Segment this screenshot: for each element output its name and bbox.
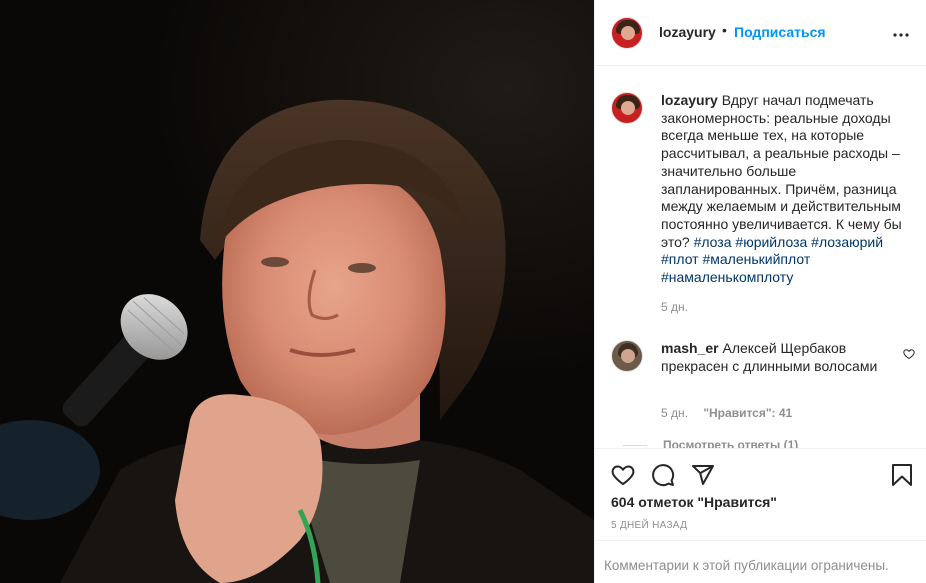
heart-icon[interactable]: [903, 347, 915, 365]
post-side-panel: lozayury • Подписаться lozayury Вдруг на…: [594, 0, 926, 583]
hashtag-link[interactable]: #юрийлоза: [735, 234, 807, 250]
hashtag-link[interactable]: #намаленькомплоту: [661, 269, 793, 285]
caption-text: Вдруг начал подмечать закономерность: ре…: [661, 92, 902, 250]
replies-divider: [623, 445, 647, 447]
bookmark-icon[interactable]: [891, 463, 913, 492]
comment-username[interactable]: mash_er: [661, 340, 719, 356]
post-photo: [0, 0, 594, 583]
comments-restricted-text: Комментарии к этой публикации ограничены…: [604, 558, 889, 573]
follow-button[interactable]: Подписаться: [734, 24, 826, 40]
comment-likes[interactable]: "Нравится": 41: [703, 406, 792, 420]
post-header: lozayury • Подписаться: [595, 0, 926, 66]
heart-icon[interactable]: [611, 463, 635, 492]
commenter-avatar[interactable]: [611, 340, 643, 372]
caption-avatar[interactable]: [611, 92, 643, 124]
caption-username[interactable]: lozayury: [661, 92, 718, 108]
hashtag-link[interactable]: #лоза: [694, 234, 732, 250]
post-actions: 604 отметок "Нравится" 5 ДНЕЙ НАЗАД: [595, 448, 926, 540]
paper-plane-icon[interactable]: [691, 463, 715, 492]
comments-area[interactable]: lozayury Вдруг начал подмечать закономер…: [595, 66, 926, 448]
more-dots-icon[interactable]: [893, 20, 909, 43]
hashtag-link[interactable]: #маленькийплот: [702, 251, 810, 267]
comment-icon[interactable]: [651, 463, 675, 492]
instagram-post-modal: lozayury • Подписаться lozayury Вдруг на…: [0, 0, 926, 583]
post-caption: lozayury Вдруг начал подмечать закономер…: [661, 92, 911, 316]
caption-time[interactable]: 5 дн.: [661, 299, 911, 317]
comment: mash_er Алексей Щербаков прекрасен с дли…: [661, 340, 886, 375]
comment-time[interactable]: 5 дн.: [661, 406, 688, 420]
hashtag-link[interactable]: #лозаюрий: [811, 234, 883, 250]
view-replies[interactable]: Посмотреть ответы (1): [623, 438, 798, 448]
likes-count[interactable]: 604 отметок "Нравится": [611, 494, 777, 510]
portrait-image: [0, 99, 594, 583]
author-username[interactable]: lozayury: [659, 24, 716, 40]
comment-meta: 5 дн. "Нравится": 41: [661, 406, 792, 420]
view-replies-label[interactable]: Посмотреть ответы (1): [663, 438, 798, 448]
comments-restricted-bar: Комментарии к этой публикации ограничены…: [595, 540, 926, 583]
avatar[interactable]: [611, 17, 643, 49]
separator-dot: •: [722, 22, 727, 38]
post-timestamp[interactable]: 5 ДНЕЙ НАЗАД: [611, 520, 687, 531]
hashtag-link[interactable]: #плот: [661, 251, 699, 267]
